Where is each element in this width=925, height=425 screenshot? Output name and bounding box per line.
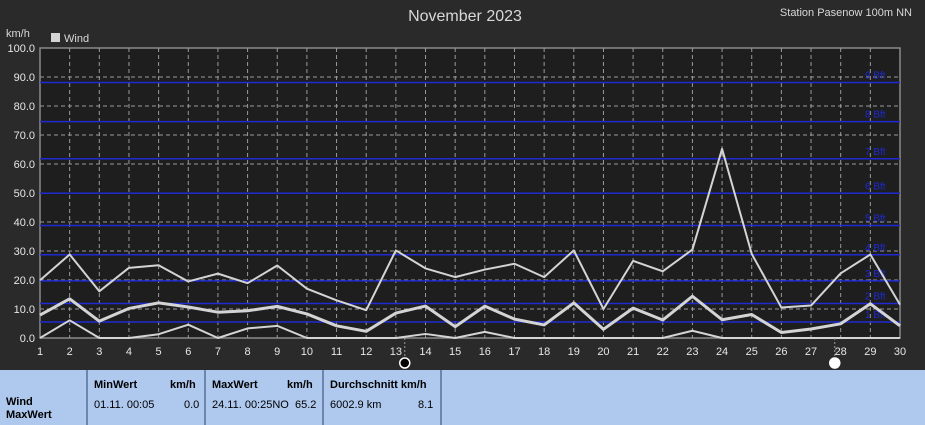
max-panel: MaxWert km/h 24.11. 00:25NO 65.2	[212, 374, 322, 425]
summary-separator	[204, 370, 206, 425]
x-tick-label: 11	[331, 346, 342, 358]
x-tick-label: 2	[67, 346, 73, 358]
x-tick-label: 19	[568, 346, 580, 358]
x-tick-label: 20	[597, 346, 609, 358]
x-tick-label: 10	[301, 346, 313, 358]
x-tick-label: 3	[96, 346, 102, 358]
summary-panel: Wind MaxWert MinWert km/h 01.11. 00:05 0…	[0, 370, 925, 425]
avg-panel: Durchschnitt km/h 6002.9 km 8.1	[330, 374, 440, 425]
station-label: Station Pasenow 100m NN	[780, 7, 912, 19]
x-tick-label: 5	[156, 346, 162, 358]
beaufort-label: 8 Bft	[865, 110, 886, 121]
y-tick-label: 30.0	[14, 246, 35, 258]
min-header: MinWert	[94, 379, 138, 391]
x-tick-label: 29	[864, 346, 876, 358]
min-unit: km/h	[170, 379, 196, 391]
max-unit: km/h	[287, 379, 313, 391]
beaufort-label: 4 Bft	[865, 243, 886, 254]
new-moon-icon	[399, 357, 411, 369]
x-tick-label: 13	[390, 346, 402, 358]
wind-chart: 1 Bft 2 Bft 3 Bft 4 Bft 5 Bft 6 Bft 7 Bft 8 Bft…	[0, 0, 925, 370]
x-tick-label: 24	[716, 346, 728, 358]
x-tick-label: 25	[746, 346, 758, 358]
x-tick-label: 1	[37, 346, 43, 358]
y-tick-label: 70.0	[14, 130, 35, 142]
x-tick-label: 9	[274, 346, 280, 358]
x-tick-label: 7	[215, 346, 221, 358]
avg-value: 8.1	[418, 399, 434, 411]
summary-labels: Wind MaxWert	[6, 396, 52, 422]
x-tick-label: 8	[245, 346, 251, 358]
summary-separator	[322, 370, 324, 425]
full-moon-icon	[829, 357, 841, 369]
chart-title: November 2023	[408, 8, 522, 25]
legend-label: Wind	[64, 33, 89, 45]
min-time: 01.11. 00:05	[94, 399, 155, 411]
x-tick-label: 14	[419, 346, 431, 358]
y-tick-label: 80.0	[14, 101, 35, 113]
min-panel: MinWert km/h 01.11. 00:05 0.0	[94, 374, 204, 425]
max-header: MaxWert	[212, 379, 258, 391]
max-time: 24.11. 00:25NO	[212, 399, 289, 411]
summary-label-maxwert: MaxWert	[6, 409, 52, 421]
legend-swatch	[51, 33, 60, 42]
avg-distance: 6002.9 km	[330, 399, 382, 411]
beaufort-label: 2 Bft	[865, 291, 886, 302]
x-tick-label: 28	[835, 346, 847, 358]
y-axis-unit: km/h	[6, 28, 30, 40]
y-tick-label: 10.0	[14, 304, 35, 316]
x-tick-label: 15	[449, 346, 461, 358]
summary-separator	[440, 370, 442, 425]
x-tick-label: 26	[775, 346, 787, 358]
beaufort-label: 6 Bft	[865, 181, 886, 192]
x-tick-label: 23	[686, 346, 698, 358]
summary-label-wind: Wind	[6, 396, 33, 408]
x-tick-label: 22	[657, 346, 669, 358]
beaufort-label: 7 Bft	[865, 147, 886, 158]
y-tick-label: 100.0	[7, 43, 35, 55]
x-tick-label: 30	[894, 346, 906, 358]
chart-svg: 1 Bft2 Bft3 Bft4 Bft5 Bft6 Bft7 Bft8 Bft…	[6, 7, 912, 369]
avg-header: Durchschnitt km/h	[330, 379, 427, 391]
beaufort-label: 5 Bft	[865, 213, 886, 224]
x-tick-label: 6	[185, 346, 191, 358]
y-tick-label: 50.0	[14, 188, 35, 200]
x-tick-label: 21	[627, 346, 639, 358]
beaufort-label: 9 Bft	[865, 71, 886, 82]
y-tick-label: 40.0	[14, 217, 35, 229]
min-value: 0.0	[184, 399, 200, 411]
y-tick-label: 20.0	[14, 275, 35, 287]
y-tick-label: 60.0	[14, 159, 35, 171]
summary-separator	[86, 370, 88, 425]
y-tick-label: 90.0	[14, 72, 35, 84]
x-tick-label: 12	[360, 346, 372, 358]
x-tick-label: 4	[126, 346, 132, 358]
x-tick-label: 17	[508, 346, 520, 358]
y-tick-label: 0.0	[20, 333, 35, 345]
x-tick-label: 27	[805, 346, 817, 358]
max-value: 65.2	[295, 399, 317, 411]
x-tick-label: 18	[538, 346, 550, 358]
x-tick-label: 16	[479, 346, 491, 358]
